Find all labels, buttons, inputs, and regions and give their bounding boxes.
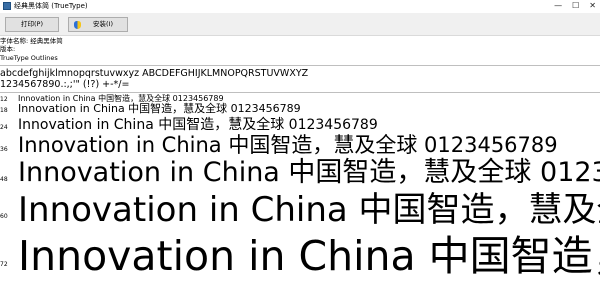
- charset-letters: abcdefghijklmnopqrstuvwxyz ABCDEFGHIJKLM…: [0, 68, 309, 79]
- divider: [0, 65, 600, 66]
- sample-line-72: Innovation in China 中国智造，慧及全球 0123456789: [18, 232, 600, 280]
- toolbar: 打印(P) 安装(I): [0, 13, 600, 36]
- title-bar: 经典黑体简 (TrueType) — ☐ ✕: [0, 0, 600, 13]
- close-button[interactable]: ✕: [589, 0, 596, 13]
- print-button[interactable]: 打印(P): [5, 17, 59, 32]
- size-label: 60: [0, 213, 8, 220]
- minimize-button[interactable]: —: [554, 0, 562, 13]
- font-version-line: 版本:: [0, 45, 16, 53]
- window-controls: — ☐ ✕: [554, 0, 596, 13]
- font-file-icon: [3, 2, 11, 10]
- size-label: 36: [0, 146, 8, 153]
- print-button-label: 打印(P): [21, 20, 43, 28]
- font-name-line: 字体名称: 经典黑体简: [0, 37, 63, 45]
- font-outline-line: TrueType Outlines: [0, 54, 58, 62]
- window-title: 经典黑体简 (TrueType): [14, 2, 88, 10]
- size-label: 24: [0, 124, 8, 131]
- size-label: 48: [0, 176, 8, 183]
- size-label: 72: [0, 261, 8, 268]
- install-button-label: 安装(I): [93, 20, 113, 28]
- size-label: 18: [0, 107, 8, 114]
- install-button[interactable]: 安装(I): [68, 17, 128, 32]
- charset-digits-symbols: 1234567890.:,;'" (!?) +-*/=: [0, 79, 130, 90]
- maximize-button[interactable]: ☐: [572, 0, 579, 13]
- shield-icon: [74, 21, 81, 29]
- size-label: 12: [0, 96, 8, 103]
